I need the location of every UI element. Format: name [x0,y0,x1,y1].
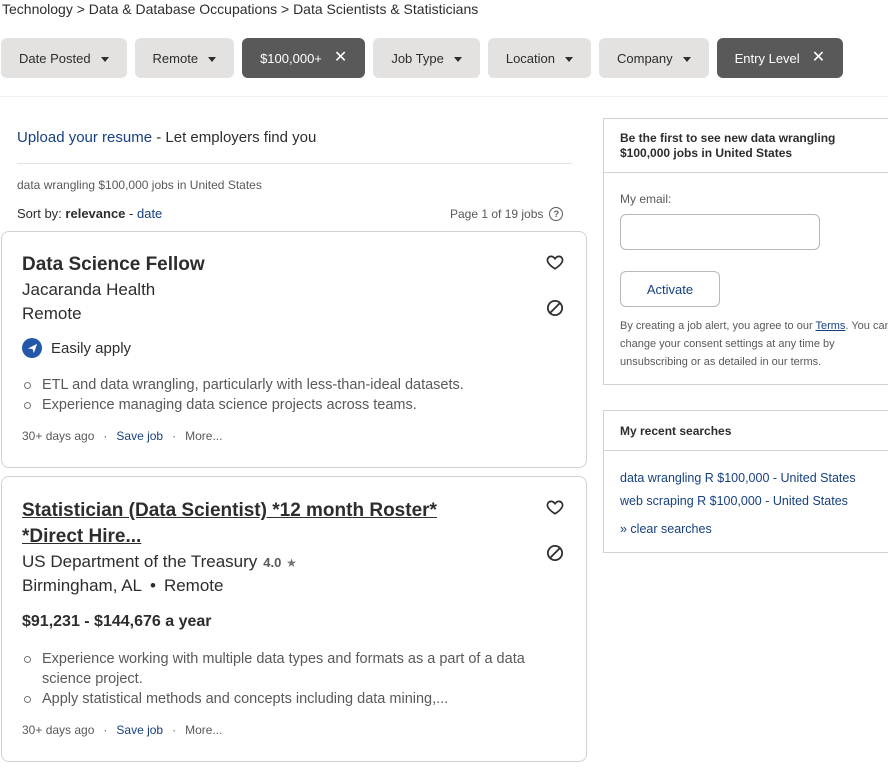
filter-company[interactable]: Company [599,38,709,78]
upload-resume-link[interactable]: Upload your resume [17,129,152,146]
recent-searches-heading: My recent searches [604,411,888,451]
email-label: My email: [620,192,672,206]
paper-plane-icon [22,338,42,358]
job-remote: Remote [163,576,224,595]
sort-controls: Sort by: relevance - date [17,206,162,221]
meta-separator: · [103,429,108,443]
more-link[interactable]: More... [185,723,222,737]
job-snippet: ETL and data wrangling, particularly wit… [22,375,552,415]
heart-icon[interactable] [546,498,564,516]
help-icon[interactable]: ? [549,207,564,221]
job-meta: 30+ days ago · Save job · More... [22,723,222,737]
filter-label: Company [617,50,673,66]
salary: $91,231 - $144,676 a year [22,613,212,630]
filter-date-posted[interactable]: Date Posted [1,38,127,78]
snippet-item: ETL and data wrangling, particularly wit… [22,375,552,395]
filter-label: Entry Level [734,50,800,66]
upload-resume-banner: Upload your resume - Let employers find … [17,129,316,146]
job-meta: 30+ days ago · Save job · More... [22,429,222,443]
clear-searches-link[interactable]: » clear searches [620,522,712,536]
not-interested-icon[interactable] [546,299,564,317]
heart-icon[interactable] [546,253,564,271]
posted-date: 30+ days ago [22,429,95,443]
sort-label: Sort by: [17,206,62,221]
filter-label: Remote [152,50,199,66]
chevron-down-icon [453,56,462,62]
star-icon: ★ [286,556,297,570]
breadcrumb[interactable]: Technology > Data & Database Occupations… [2,1,478,17]
easily-apply-badge: Easily apply [22,338,131,358]
job-card[interactable]: Statistician (Data Scientist) *12 month … [1,476,587,762]
activate-button[interactable]: Activate [620,271,720,307]
recent-search-link[interactable]: data wrangling R $100,000 - United State… [620,467,856,490]
upload-resume-text: - Let employers find you [152,129,317,146]
job-location: Birmingham, AL • Remote [22,576,223,596]
filter-bar: Date Posted Remote $100,000+ ✕ Job Type L… [1,38,844,78]
company-rating[interactable]: 4.0 [263,555,281,570]
save-job-link[interactable]: Save job [116,723,163,737]
chevron-down-icon [565,56,573,62]
chevron-down-icon [208,56,217,62]
job-city: Birmingham, AL [22,576,142,595]
meta-separator: · [172,429,177,443]
search-query-summary: data wrangling $100,000 jobs in United S… [17,178,262,192]
recent-searches-panel: My recent searches data wrangling R $100… [603,410,888,553]
filter-remote[interactable]: Remote [134,38,235,78]
job-card[interactable]: Data Science Fellow Jacaranda Health Rem… [1,231,587,468]
filter-job-type[interactable]: Job Type [373,38,480,78]
more-link[interactable]: More... [185,429,222,443]
meta-separator: · [172,723,177,737]
snippet-item: Experience managing data science project… [22,395,552,415]
meta-separator: · [103,723,108,737]
posted-date: 30+ days ago [22,723,95,737]
filter-label: Date Posted [19,50,91,66]
recent-searches-list: data wrangling R $100,000 - United State… [620,467,856,513]
company-name[interactable]: Jacaranda Health [22,280,155,300]
easily-apply-label: Easily apply [51,339,132,357]
sort-date-link[interactable]: date [137,206,162,221]
terms-text: By creating a job alert, you agree to ou… [620,320,816,332]
filter-label: Job Type [391,50,444,66]
not-interested-icon[interactable] [546,544,564,562]
snippet-item: Apply statistical methods and concepts i… [22,689,552,709]
filter-label: $100,000+ [260,50,322,66]
chevron-down-icon [682,56,691,62]
job-title[interactable]: Data Science Fellow [22,254,205,276]
close-icon[interactable]: ✕ [812,50,825,66]
location-separator: • [150,576,156,595]
job-alert-heading: Be the first to see new data wrangling $… [604,119,888,173]
alert-terms: By creating a job alert, you agree to ou… [620,317,888,371]
divider [17,163,572,164]
sort-separator: - [125,206,137,221]
job-location: Remote [22,304,82,323]
close-icon[interactable]: ✕ [334,50,347,66]
job-title[interactable]: Statistician (Data Scientist) *12 month … [22,498,502,550]
recent-search-link[interactable]: web scraping R $100,000 - United States [620,490,856,513]
filter-label: Location [505,50,555,66]
divider [0,96,888,97]
filter-experience[interactable]: Entry Level ✕ [716,38,844,78]
terms-link[interactable]: Terms [815,320,845,332]
email-field[interactable] [620,214,820,250]
filter-location[interactable]: Location [487,38,591,78]
page-info-text: Page 1 of 19 jobs [450,207,544,221]
company-name[interactable]: US Department of the Treasury [22,552,257,571]
sort-relevance[interactable]: relevance [65,206,125,221]
filter-salary[interactable]: $100,000+ ✕ [242,38,366,78]
save-job-link[interactable]: Save job [116,429,163,443]
chevron-down-icon [100,56,109,62]
company-line: US Department of the Treasury 4.0 ★ [22,552,297,572]
job-alert-panel: Be the first to see new data wrangling $… [603,118,888,385]
page-info: Page 1 of 19 jobs? [450,207,564,221]
job-snippet: Experience working with multiple data ty… [22,649,552,709]
snippet-item: Experience working with multiple data ty… [22,649,552,689]
